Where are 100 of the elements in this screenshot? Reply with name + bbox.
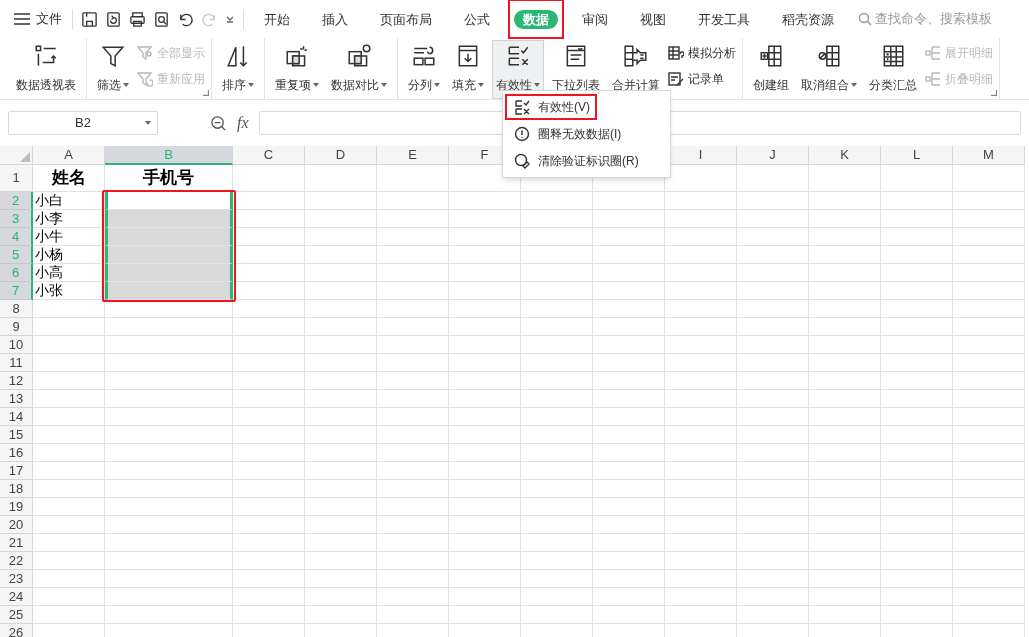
ribbon-button[interactable]: 填充 — [448, 40, 488, 99]
table-cell — [521, 192, 593, 210]
row-header[interactable]: 16 — [0, 444, 33, 462]
ribbon-button[interactable]: 重复项 — [271, 40, 323, 99]
column-header[interactable]: J — [737, 146, 809, 165]
function-button[interactable]: fx — [235, 111, 251, 135]
ribbon-button[interactable]: 数据对比 — [327, 40, 391, 99]
column-header[interactable]: L — [881, 146, 953, 165]
menu-item[interactable]: 圈释无效数据(I) — [505, 121, 668, 147]
row-header[interactable]: 25 — [0, 606, 33, 624]
table-cell — [953, 264, 1025, 282]
ribbon-tab[interactable]: 视图 — [626, 0, 680, 41]
table-cell — [953, 192, 1025, 210]
table-cell — [737, 354, 809, 372]
row-header[interactable]: 13 — [0, 390, 33, 408]
ribbon-tab[interactable]: 审阅 — [568, 0, 622, 41]
table-cell — [737, 570, 809, 588]
row-header[interactable]: 22 — [0, 552, 33, 570]
table-cell — [305, 246, 377, 264]
row-header[interactable]: 15 — [0, 426, 33, 444]
ribbon-tab[interactable]: 开发工具 — [684, 0, 764, 41]
filter-refresh-icon — [137, 71, 153, 87]
column-header[interactable]: A — [33, 146, 105, 165]
ribbon-button[interactable]: 分类汇总 — [865, 40, 921, 99]
name-box[interactable]: B2 — [8, 111, 158, 135]
table-cell — [809, 165, 881, 192]
ribbon-tab[interactable]: 稻壳资源 — [768, 0, 848, 41]
table-cell — [521, 336, 593, 354]
table-cell — [449, 516, 521, 534]
table-question-icon — [668, 45, 684, 61]
table-cell — [953, 354, 1025, 372]
ribbon-button[interactable]: 筛选 — [93, 40, 133, 99]
table-cell — [737, 426, 809, 444]
column-header[interactable]: D — [305, 146, 377, 165]
table-cell — [665, 426, 737, 444]
ribbon-tab[interactable]: 公式 — [450, 0, 504, 41]
ribbon-button[interactable]: 分列 — [404, 40, 444, 99]
ribbon-tab[interactable]: 开始 — [250, 0, 304, 41]
row-header[interactable]: 26 — [0, 624, 33, 637]
table-cell — [449, 336, 521, 354]
table-cell — [33, 372, 105, 390]
column-header[interactable]: K — [809, 146, 881, 165]
table-cell — [809, 516, 881, 534]
table-cell — [305, 552, 377, 570]
menu-item[interactable]: 有效性(V) — [505, 94, 597, 120]
ribbon-tab[interactable]: 页面布局 — [366, 0, 446, 41]
row-header[interactable]: 21 — [0, 534, 33, 552]
table-cell — [305, 498, 377, 516]
table-cell — [881, 408, 953, 426]
row-header[interactable]: 14 — [0, 408, 33, 426]
ribbon-button[interactable]: 模拟分析 — [668, 42, 736, 64]
file-menu[interactable]: 文件 — [36, 9, 62, 29]
ribbon-button[interactable]: 排序 — [218, 40, 258, 99]
table-cell — [305, 354, 377, 372]
row-header[interactable]: 12 — [0, 372, 33, 390]
caret-icon — [534, 83, 540, 87]
row-header[interactable]: 1 — [0, 165, 33, 192]
row-header[interactable]: 8 — [0, 300, 33, 318]
table-cell — [953, 534, 1025, 552]
row-header[interactable]: 23 — [0, 570, 33, 588]
print-preview-icon — [153, 10, 170, 28]
table-cell — [377, 444, 449, 462]
ribbon-button[interactable]: 合并计算 — [608, 40, 664, 99]
caret-icon — [478, 83, 484, 87]
search-icon — [858, 12, 872, 26]
ribbon-button[interactable]: 记录单 — [668, 68, 736, 90]
column-header[interactable]: C — [233, 146, 305, 165]
row-header[interactable]: 9 — [0, 318, 33, 336]
table-cell — [809, 246, 881, 264]
column-header[interactable]: M — [953, 146, 1025, 165]
row-header[interactable]: 10 — [0, 336, 33, 354]
ribbon-button[interactable]: 取消组合 — [797, 40, 861, 99]
table-cell — [233, 300, 305, 318]
table-cell — [809, 228, 881, 246]
table-cell — [737, 372, 809, 390]
row-header[interactable]: 18 — [0, 480, 33, 498]
row-header[interactable]: 20 — [0, 516, 33, 534]
table-cell — [233, 462, 305, 480]
table-cell — [305, 588, 377, 606]
table-cell — [809, 282, 881, 300]
table-cell — [953, 408, 1025, 426]
row-header[interactable]: 19 — [0, 498, 33, 516]
table-cell — [377, 354, 449, 372]
column-header[interactable]: E — [377, 146, 449, 165]
row-header[interactable]: 17 — [0, 462, 33, 480]
table-cell — [953, 570, 1025, 588]
search-field[interactable]: 查找命令、搜索模板 — [858, 9, 1015, 29]
table-cell — [953, 336, 1025, 354]
ribbon-tab[interactable]: 插入 — [308, 0, 362, 41]
table-cell — [305, 534, 377, 552]
table-cell — [233, 192, 305, 210]
row-header[interactable]: 24 — [0, 588, 33, 606]
row-header[interactable]: 11 — [0, 354, 33, 372]
ribbon-button[interactable]: 创建组 — [749, 40, 793, 99]
ribbon-button[interactable]: 数据透视表 — [12, 40, 80, 99]
table-cell — [953, 462, 1025, 480]
table-cell — [737, 480, 809, 498]
table-cell — [809, 408, 881, 426]
table-cell — [233, 264, 305, 282]
launcher-icon — [203, 90, 209, 96]
